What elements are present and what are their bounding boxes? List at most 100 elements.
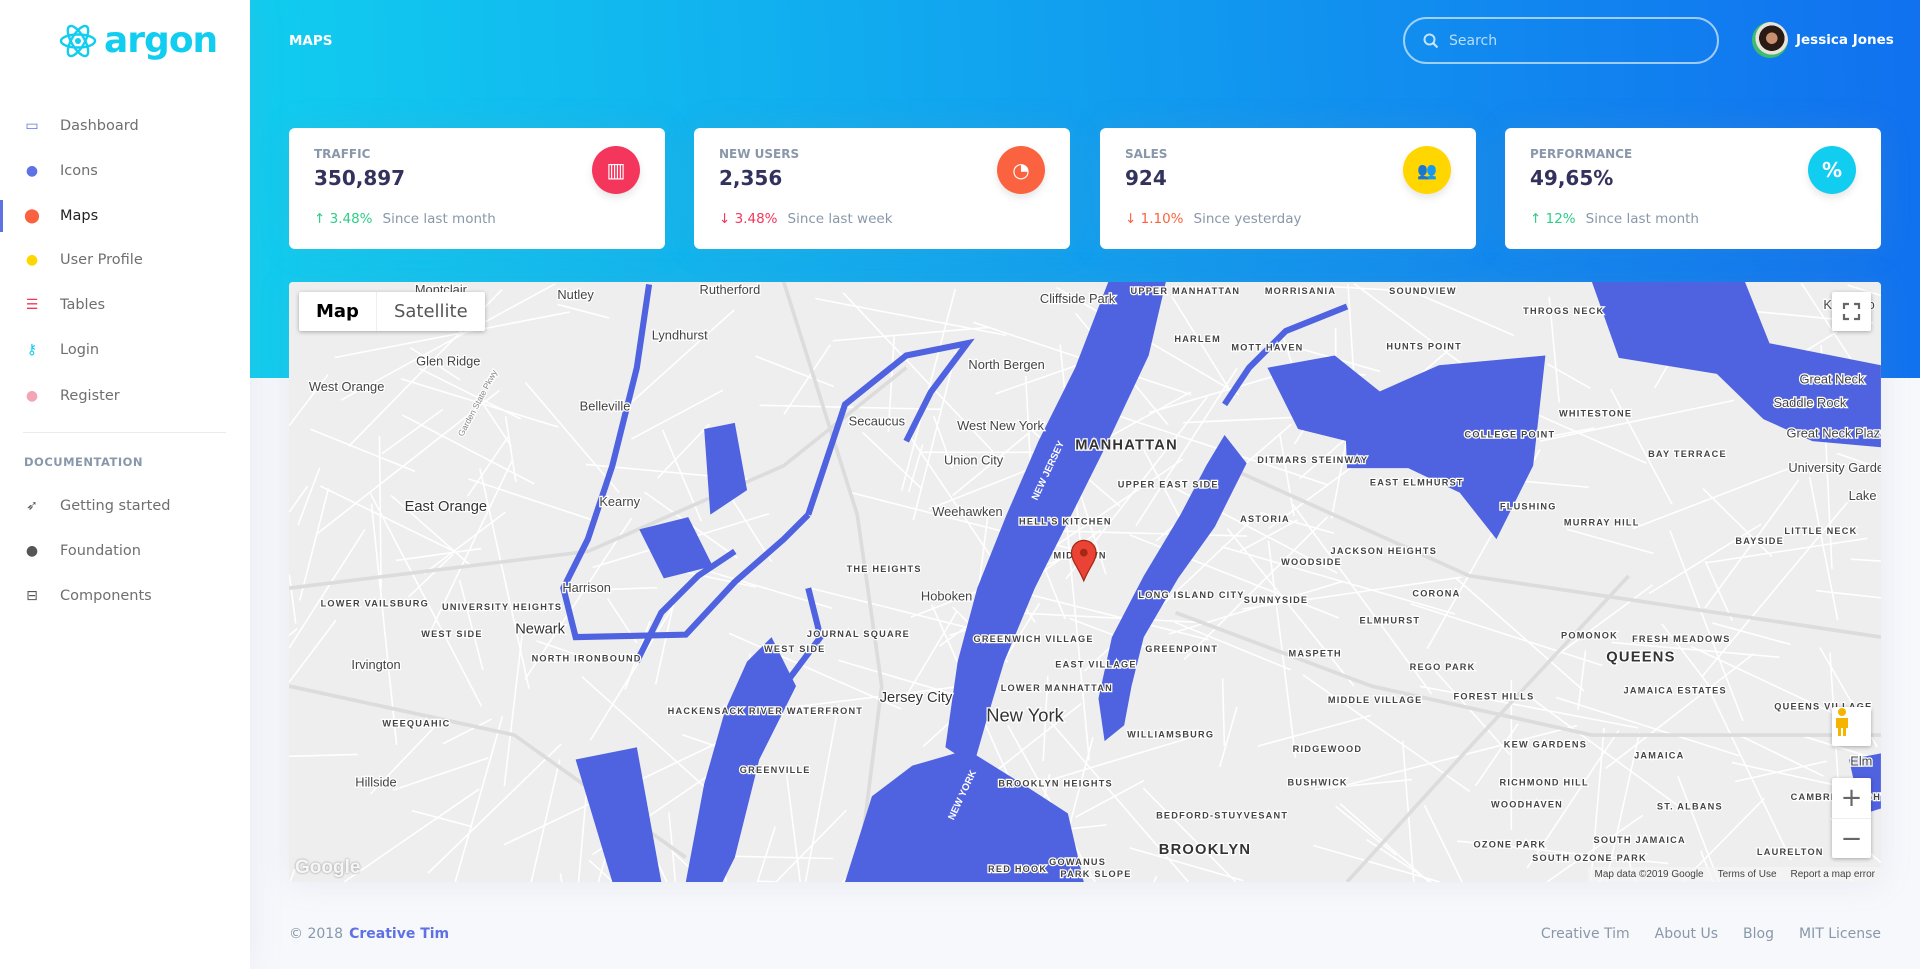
map-label: FRESH MEADOWS	[1632, 634, 1730, 644]
card-value: 2,356	[719, 166, 783, 190]
sidebar-item-user-profile[interactable]: ● User Profile	[0, 240, 250, 280]
map-label: SOUTH JAMAICA	[1594, 835, 1686, 845]
footer-link-license[interactable]: MIT License	[1799, 926, 1881, 942]
map-label: SOUTH OZONE PARK	[1532, 853, 1647, 863]
map-label: Rutherford	[700, 282, 761, 297]
map-label: WILLIAMSBURG	[1127, 730, 1214, 740]
map-label: West Orange	[309, 379, 384, 394]
map-type-map-button[interactable]: Map	[299, 292, 377, 331]
map-label: HARLEM	[1174, 334, 1221, 344]
sidebar-item-label: Maps	[60, 208, 99, 224]
card-change-value: 3.48%	[329, 211, 373, 227]
map-label: Hillside	[355, 774, 396, 789]
map-label: FOREST HILLS	[1454, 692, 1535, 702]
map-type-satellite-button[interactable]: Satellite	[377, 292, 485, 331]
minus-icon: −	[1840, 823, 1863, 854]
sidebar-item-tables[interactable]: ☰ Tables	[0, 285, 250, 325]
map-label: Newark	[515, 621, 565, 637]
card-change: ↓ 1.10%	[1125, 211, 1184, 227]
search-box[interactable]	[1403, 17, 1719, 64]
map-label: HACKENSACK RIVER WATERFRONT	[668, 706, 863, 716]
sidebar-item-register[interactable]: ● Register	[0, 376, 250, 416]
creative-tim-link[interactable]: Creative Tim	[349, 926, 449, 942]
map[interactable]: Montclair Nutley Rutherford Cliffside Park U…	[289, 282, 1881, 882]
footer-link-about-us[interactable]: About Us	[1655, 926, 1718, 942]
tv-icon: ▭	[25, 118, 39, 134]
map-label: GOWANUS	[1049, 857, 1106, 867]
map-label: Cliffside Park	[1040, 291, 1116, 306]
map-label: UNIVERSITY HEIGHTS	[442, 602, 562, 612]
card-change: ↑ 3.48%	[314, 211, 373, 227]
sidebar-item-foundation[interactable]: ● Foundation	[0, 531, 250, 571]
map-label: RICHMOND HILL	[1500, 777, 1589, 787]
card-since: Since last week	[787, 211, 893, 227]
map-label: HELL'S KITCHEN	[1019, 516, 1112, 526]
percent-icon: %	[1808, 146, 1856, 194]
zoom-in-button[interactable]: +	[1832, 778, 1871, 818]
stat-card-traffic: TRAFFIC 350,897 ▥ ↑ 3.48% Since last mont…	[289, 128, 665, 249]
sidebar-item-label: User Profile	[60, 252, 143, 268]
map-label: UPPER MANHATTAN	[1131, 286, 1241, 296]
terms-of-use-link[interactable]: Terms of Use	[1718, 869, 1777, 880]
plus-icon: +	[1840, 783, 1863, 813]
map-label: BROOKLYN	[1159, 842, 1252, 858]
map-label: LOWER MANHATTAN	[1001, 683, 1113, 693]
sidebar-item-icons[interactable]: ● Icons	[0, 151, 250, 191]
map-label: BUSHWICK	[1288, 777, 1348, 787]
sidebar-item-label: Foundation	[60, 543, 141, 559]
map-label: University Gardens	[1788, 460, 1881, 475]
map-label: Jersey City	[880, 690, 953, 706]
footer-link-blog[interactable]: Blog	[1743, 926, 1774, 942]
user-menu[interactable]: Jessica Jones	[1752, 22, 1894, 58]
arrow-up-icon: ↑	[1530, 211, 1542, 227]
sidebar-item-maps[interactable]: ⬤ Maps	[0, 196, 250, 236]
components-icon: ⊟	[26, 588, 38, 604]
bar-chart-icon: ▥	[592, 146, 640, 194]
sidebar-item-components[interactable]: ⊟ Components	[0, 576, 250, 616]
pegman-icon	[1836, 708, 1848, 736]
google-logo[interactable]: Google	[295, 857, 360, 879]
map-label: CORONA	[1412, 589, 1460, 599]
map-label: SOUNDVIEW	[1389, 286, 1457, 296]
map-type-control: Map Satellite	[299, 292, 485, 331]
map-label: THROGS NECK	[1523, 306, 1604, 316]
street-view-pegman[interactable]	[1832, 707, 1871, 746]
map-label: New York	[986, 705, 1064, 726]
list-icon: ☰	[25, 297, 39, 313]
card-change-value: 3.48%	[734, 211, 778, 227]
footer-link-creative-tim[interactable]: Creative Tim	[1541, 926, 1630, 942]
map-label: JAMAICA ESTATES	[1624, 685, 1727, 695]
fullscreen-button[interactable]	[1832, 292, 1871, 331]
planet-icon: ●	[25, 163, 39, 179]
rocket-icon: ➶	[26, 498, 38, 514]
user-icon: ●	[25, 252, 39, 268]
search-input[interactable]	[1449, 32, 1689, 49]
card-change-value: 1.10%	[1140, 211, 1184, 227]
pie-chart-icon: ◔	[997, 146, 1045, 194]
page-title[interactable]: MAPS	[289, 33, 333, 49]
card-change-value: 12%	[1545, 211, 1576, 227]
card-title: TRAFFIC	[314, 147, 371, 161]
map-label: SUNNYSIDE	[1244, 595, 1309, 605]
map-label: ST. ALBANS	[1657, 802, 1723, 812]
sidebar-item-label: Dashboard	[60, 118, 139, 134]
sidebar-divider	[23, 432, 226, 433]
zoom-out-button[interactable]: −	[1832, 818, 1871, 858]
map-canvas[interactable]: Montclair Nutley RutherfordCliffside Park U…	[289, 282, 1881, 882]
map-label: WHITESTONE	[1559, 409, 1632, 419]
copyright: © 2018 Creative Tim	[289, 926, 449, 942]
card-since: Since yesterday	[1193, 211, 1302, 227]
map-label: WEEQUAHIC	[382, 718, 450, 728]
sidebar-item-dashboard[interactable]: ▭ Dashboard	[0, 106, 250, 146]
report-map-error-link[interactable]: Report a map error	[1791, 869, 1875, 880]
sidebar-item-getting-started[interactable]: ➶ Getting started	[0, 486, 250, 526]
arrow-down-icon: ↓	[719, 211, 731, 227]
sidebar-item-login[interactable]: ⚷ Login	[0, 330, 250, 370]
map-label: Harrison	[562, 580, 611, 595]
stat-card-new-users: NEW USERS 2,356 ◔ ↓ 3.48% Since last week	[694, 128, 1070, 249]
brand-logo[interactable]: argon	[58, 20, 218, 61]
map-label: JACKSON HEIGHTS	[1331, 546, 1438, 556]
map-label: Great Neck Plaza	[1787, 426, 1881, 441]
map-label: RIDGEWOOD	[1293, 744, 1363, 754]
map-label: QUEENS	[1606, 650, 1675, 666]
